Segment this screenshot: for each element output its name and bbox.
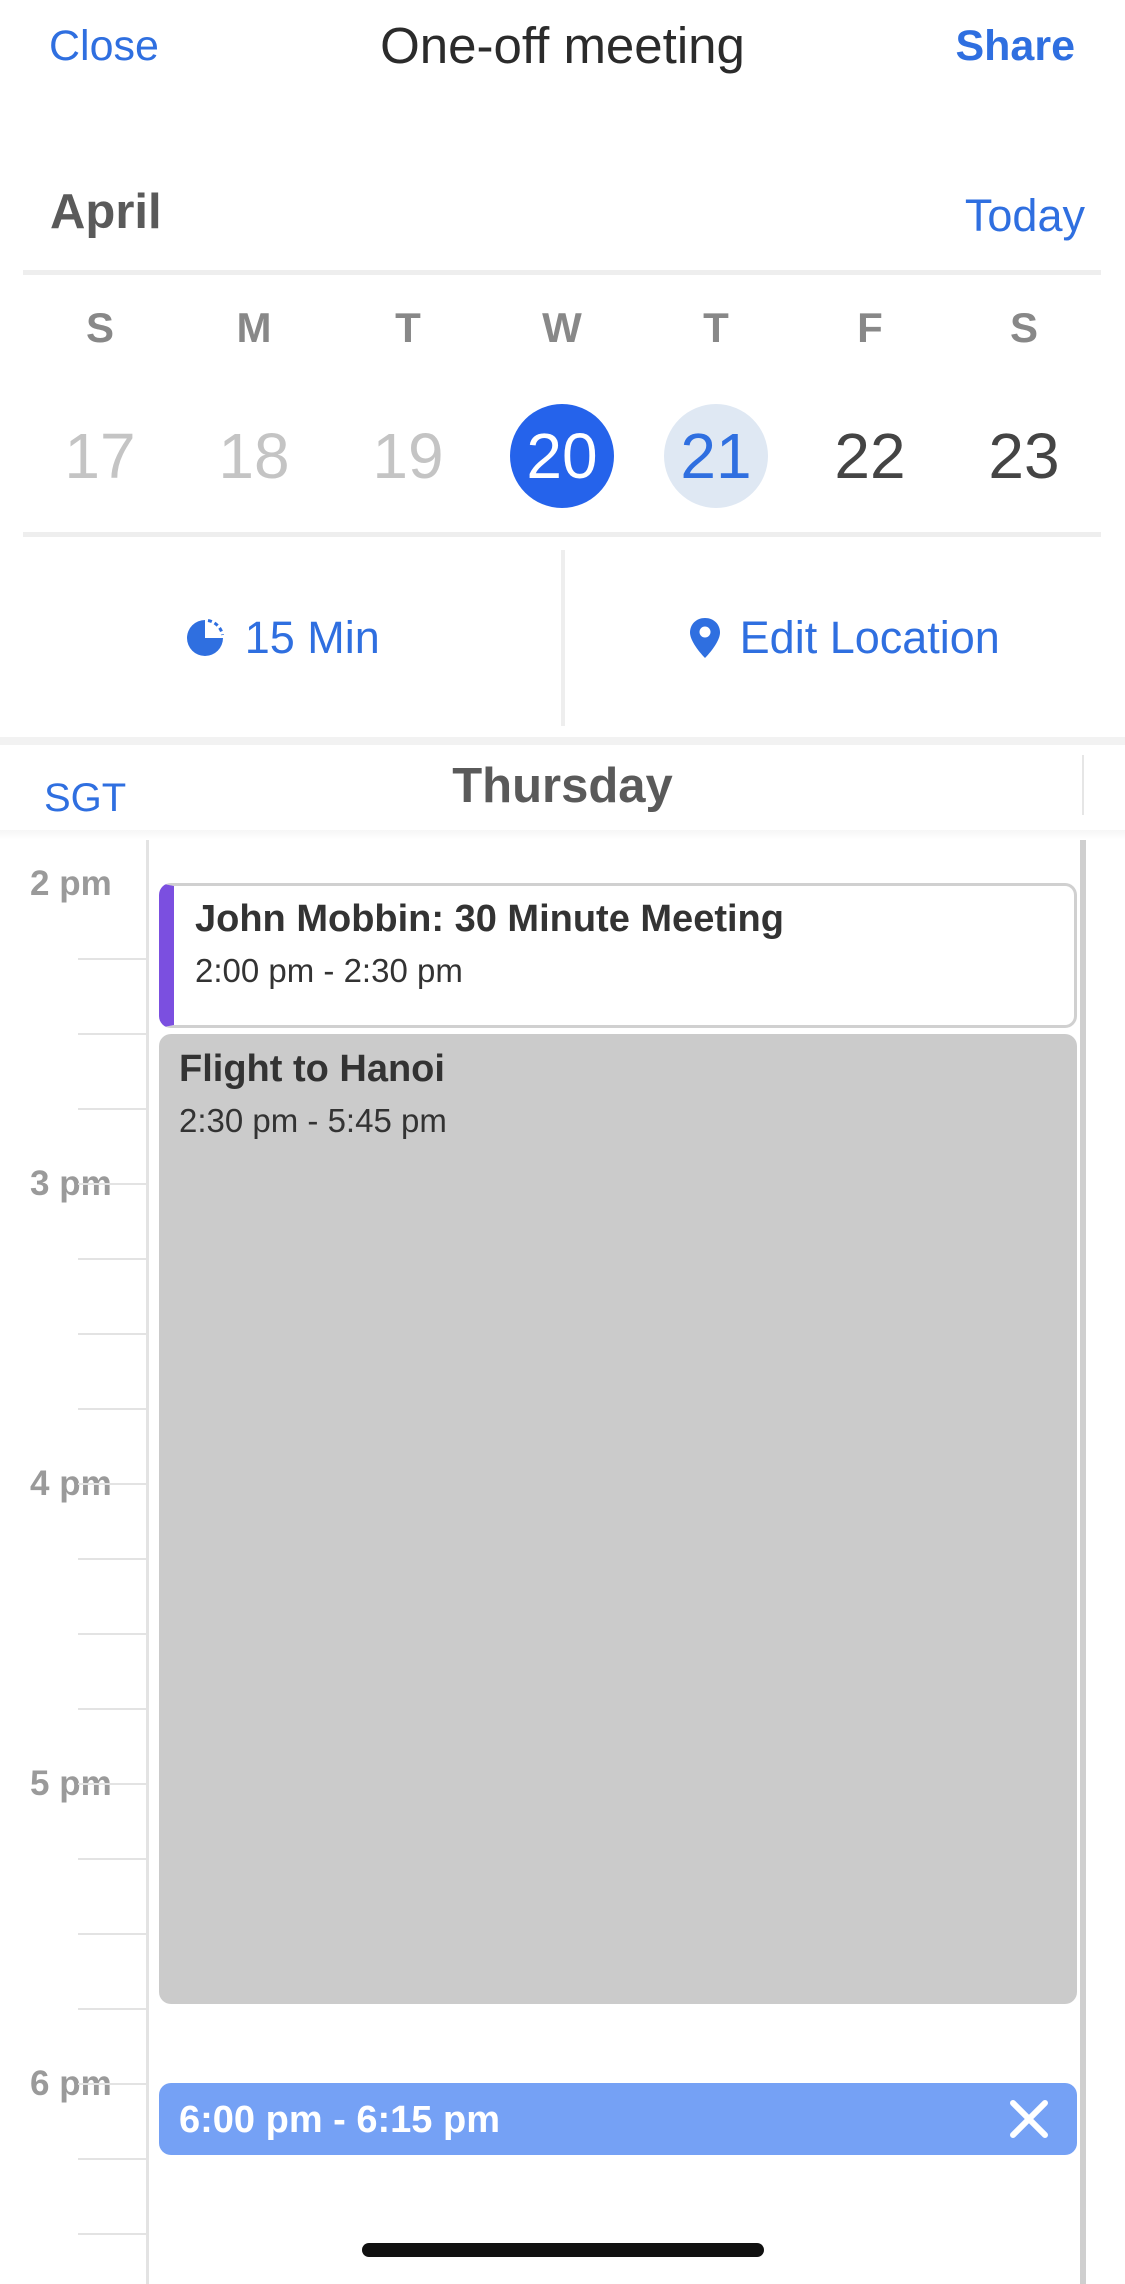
quarter-tick (78, 1333, 146, 1335)
weekday-label: F (857, 304, 883, 351)
divider (0, 737, 1125, 745)
time-axis (146, 840, 149, 2284)
date-cell[interactable]: 19 (331, 404, 485, 508)
quarter-tick (78, 1258, 146, 1260)
divider (1082, 755, 1084, 815)
quarter-tick (78, 958, 146, 960)
edit-location-button[interactable]: Edit Location (563, 550, 1125, 726)
quarter-tick (78, 1558, 146, 1560)
duration-button[interactable]: 15 Min (0, 550, 563, 726)
date-cell[interactable]: 20 (485, 404, 639, 508)
day-heading: Thursday (452, 759, 673, 813)
quarter-tick (78, 1408, 146, 1410)
event-meeting[interactable]: John Mobbin: 30 Minute Meeting 2:00 pm -… (159, 883, 1077, 1028)
home-indicator[interactable] (362, 2243, 764, 2257)
date-18[interactable]: 18 (202, 404, 306, 508)
share-button[interactable]: Share (955, 22, 1075, 71)
meeting-options: 15 Min Edit Location (0, 550, 1125, 726)
weekday-header: S M T W T F S (23, 304, 1101, 364)
date-20-selected[interactable]: 20 (510, 404, 614, 508)
quarter-tick (78, 2008, 146, 2010)
quarter-tick (78, 1858, 146, 1860)
divider (23, 270, 1101, 275)
weekday-label: S (1009, 304, 1038, 351)
date-17[interactable]: 17 (48, 404, 152, 508)
month-label: April (50, 185, 162, 239)
day-timeline[interactable]: 2 pm 3 pm 4 pm 5 pm 6 pm John Mobbin: 30… (0, 840, 1125, 2284)
divider (0, 830, 1125, 840)
event-title: John Mobbin: 30 Minute Meeting (195, 898, 784, 940)
divider (561, 550, 565, 726)
weekday-label: W (542, 304, 582, 351)
date-cell[interactable]: 21 (639, 404, 793, 508)
timer-icon (186, 619, 224, 656)
hour-label: 2 pm (30, 864, 112, 903)
hour-tick (78, 1183, 146, 1185)
date-strip: 17 18 19 20 21 22 23 (23, 404, 1101, 508)
screen: Close One-off meeting Share April Today … (0, 0, 1125, 2284)
location-label: Edit Location (739, 612, 1000, 663)
weekday-label: T (703, 304, 729, 351)
quarter-tick (78, 1633, 146, 1635)
date-23[interactable]: 23 (972, 404, 1076, 508)
event-time: 2:30 pm - 5:45 pm (179, 1102, 447, 1139)
quarter-tick (78, 1933, 146, 1935)
hour-tick (78, 1483, 146, 1485)
hour-tick (78, 2083, 146, 2085)
date-cell[interactable]: 18 (177, 404, 331, 508)
date-cell[interactable]: 23 (947, 404, 1101, 508)
divider (23, 532, 1101, 537)
location-pin-icon (689, 618, 720, 658)
today-button[interactable]: Today (965, 190, 1085, 242)
quarter-tick (78, 1108, 146, 1110)
date-cell[interactable]: 17 (23, 404, 177, 508)
event-flight[interactable]: Flight to Hanoi 2:30 pm - 5:45 pm (159, 1034, 1077, 2004)
hour-tick (78, 1783, 146, 1785)
weekday-label: S (85, 304, 114, 351)
selected-time-slot[interactable]: 6:00 pm - 6:15 pm (159, 2083, 1077, 2155)
event-time: 2:00 pm - 2:30 pm (195, 952, 463, 989)
close-icon[interactable] (1007, 2097, 1051, 2141)
date-22[interactable]: 22 (818, 404, 922, 508)
date-19[interactable]: 19 (356, 404, 460, 508)
date-cell[interactable]: 22 (793, 404, 947, 508)
duration-label: 15 Min (244, 612, 380, 663)
event-title: Flight to Hanoi (179, 1048, 445, 1090)
quarter-tick (78, 2233, 146, 2235)
weekday-label: M (236, 304, 272, 351)
date-21-current[interactable]: 21 (664, 404, 768, 508)
slot-time: 6:00 pm - 6:15 pm (179, 2099, 500, 2141)
quarter-tick (78, 1033, 146, 1035)
scroll-edge (1080, 840, 1086, 2284)
quarter-tick (78, 1708, 146, 1710)
weekday-label: T (395, 304, 421, 351)
quarter-tick (78, 2158, 146, 2160)
